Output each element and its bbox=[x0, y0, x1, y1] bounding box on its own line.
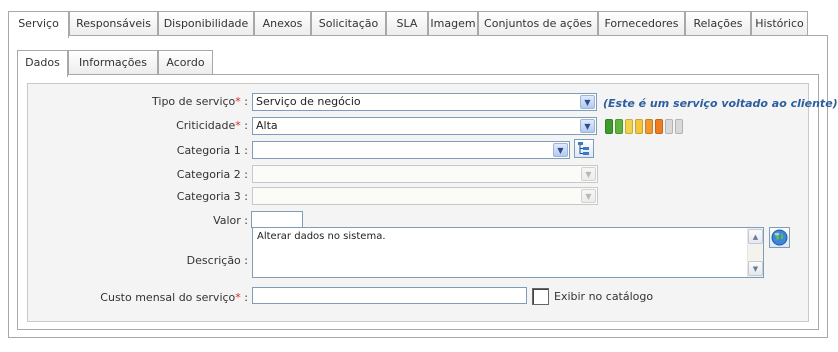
chevron-down-icon[interactable]: ▼ bbox=[580, 119, 595, 133]
tab-conjuntos-de-acoes[interactable]: Conjuntos de ações bbox=[478, 11, 598, 36]
custo-mensal-label: Custo mensal do serviço* : bbox=[100, 291, 248, 304]
subtab-dados[interactable]: Dados bbox=[17, 50, 68, 77]
descricao-textarea[interactable]: Alterar dados no sistema. ▲ ▼ bbox=[252, 227, 764, 278]
service-form: Tipo de serviço* : Serviço de negócio ▼ … bbox=[27, 83, 838, 322]
tab-disponibilidade[interactable]: Disponibilidade bbox=[158, 11, 254, 36]
chevron-down-icon: ▼ bbox=[581, 189, 596, 203]
descricao-label: Descrição : bbox=[186, 254, 248, 267]
valor-label: Valor : bbox=[213, 214, 248, 227]
categoria1-label: Categoria 1 : bbox=[176, 144, 248, 157]
categoria3-label: Categoria 3 : bbox=[176, 190, 248, 203]
scroll-up-icon[interactable]: ▲ bbox=[748, 229, 763, 244]
service-panel: Dados Informações Acordo Tipo de serviço… bbox=[8, 35, 838, 338]
exibir-catalogo-label: Exibir no catálogo bbox=[554, 290, 654, 303]
chevron-down-icon: ▼ bbox=[581, 167, 596, 181]
categoria2-label: Categoria 2 : bbox=[176, 168, 248, 181]
chevron-down-icon[interactable]: ▼ bbox=[580, 95, 595, 109]
description-scrollbar[interactable]: ▲ ▼ bbox=[747, 228, 763, 277]
tab-imagem[interactable]: Imagem bbox=[428, 11, 478, 36]
criticality-segment-filled bbox=[625, 119, 633, 134]
criticality-segment-empty bbox=[665, 119, 673, 134]
tab-servico[interactable]: Serviço bbox=[8, 11, 69, 38]
dados-panel: Tipo de serviço* : Serviço de negócio ▼ … bbox=[17, 74, 838, 330]
criticality-segment-filled bbox=[655, 119, 663, 134]
criticidade-select[interactable]: Alta ▼ bbox=[252, 117, 597, 135]
customer-facing-hint: (Este é um serviço voltado ao cliente) bbox=[603, 97, 838, 110]
subtab-informacoes[interactable]: Informações bbox=[68, 50, 158, 75]
tree-icon[interactable] bbox=[574, 139, 594, 158]
criticality-segment-filled bbox=[605, 119, 613, 134]
categoria1-select[interactable]: ▼ bbox=[252, 141, 570, 159]
criticality-segment-empty bbox=[675, 119, 683, 134]
tab-relacoes[interactable]: Relações bbox=[685, 11, 751, 36]
tab-responsaveis[interactable]: Responsáveis bbox=[69, 11, 158, 36]
custo-mensal-input[interactable] bbox=[252, 287, 527, 304]
criticality-segment-filled bbox=[645, 119, 653, 134]
scroll-down-icon[interactable]: ▼ bbox=[748, 261, 763, 276]
subtab-acordo[interactable]: Acordo bbox=[158, 50, 213, 75]
valor-input[interactable] bbox=[251, 211, 303, 228]
tab-fornecedores[interactable]: Fornecedores bbox=[598, 11, 685, 36]
criticality-segment-filled bbox=[615, 119, 623, 134]
tab-anexos[interactable]: Anexos bbox=[254, 11, 311, 36]
chevron-down-icon[interactable]: ▼ bbox=[553, 143, 568, 157]
exibir-catalogo-checkbox[interactable] bbox=[532, 288, 549, 305]
criticidade-label: Criticidade* : bbox=[176, 119, 248, 132]
tipo-servico-select[interactable]: Serviço de negócio ▼ bbox=[252, 93, 597, 111]
tab-historico[interactable]: Histórico bbox=[751, 11, 808, 36]
tab-solicitacao[interactable]: Solicitação bbox=[311, 11, 386, 36]
globe-icon[interactable] bbox=[769, 227, 790, 248]
tab-sla[interactable]: SLA bbox=[386, 11, 428, 36]
categoria3-select[interactable]: ▼ bbox=[252, 187, 598, 205]
criticality-segment-filled bbox=[635, 119, 643, 134]
tipo-servico-label: Tipo de serviço* : bbox=[152, 95, 248, 108]
categoria2-select[interactable]: ▼ bbox=[252, 165, 598, 183]
